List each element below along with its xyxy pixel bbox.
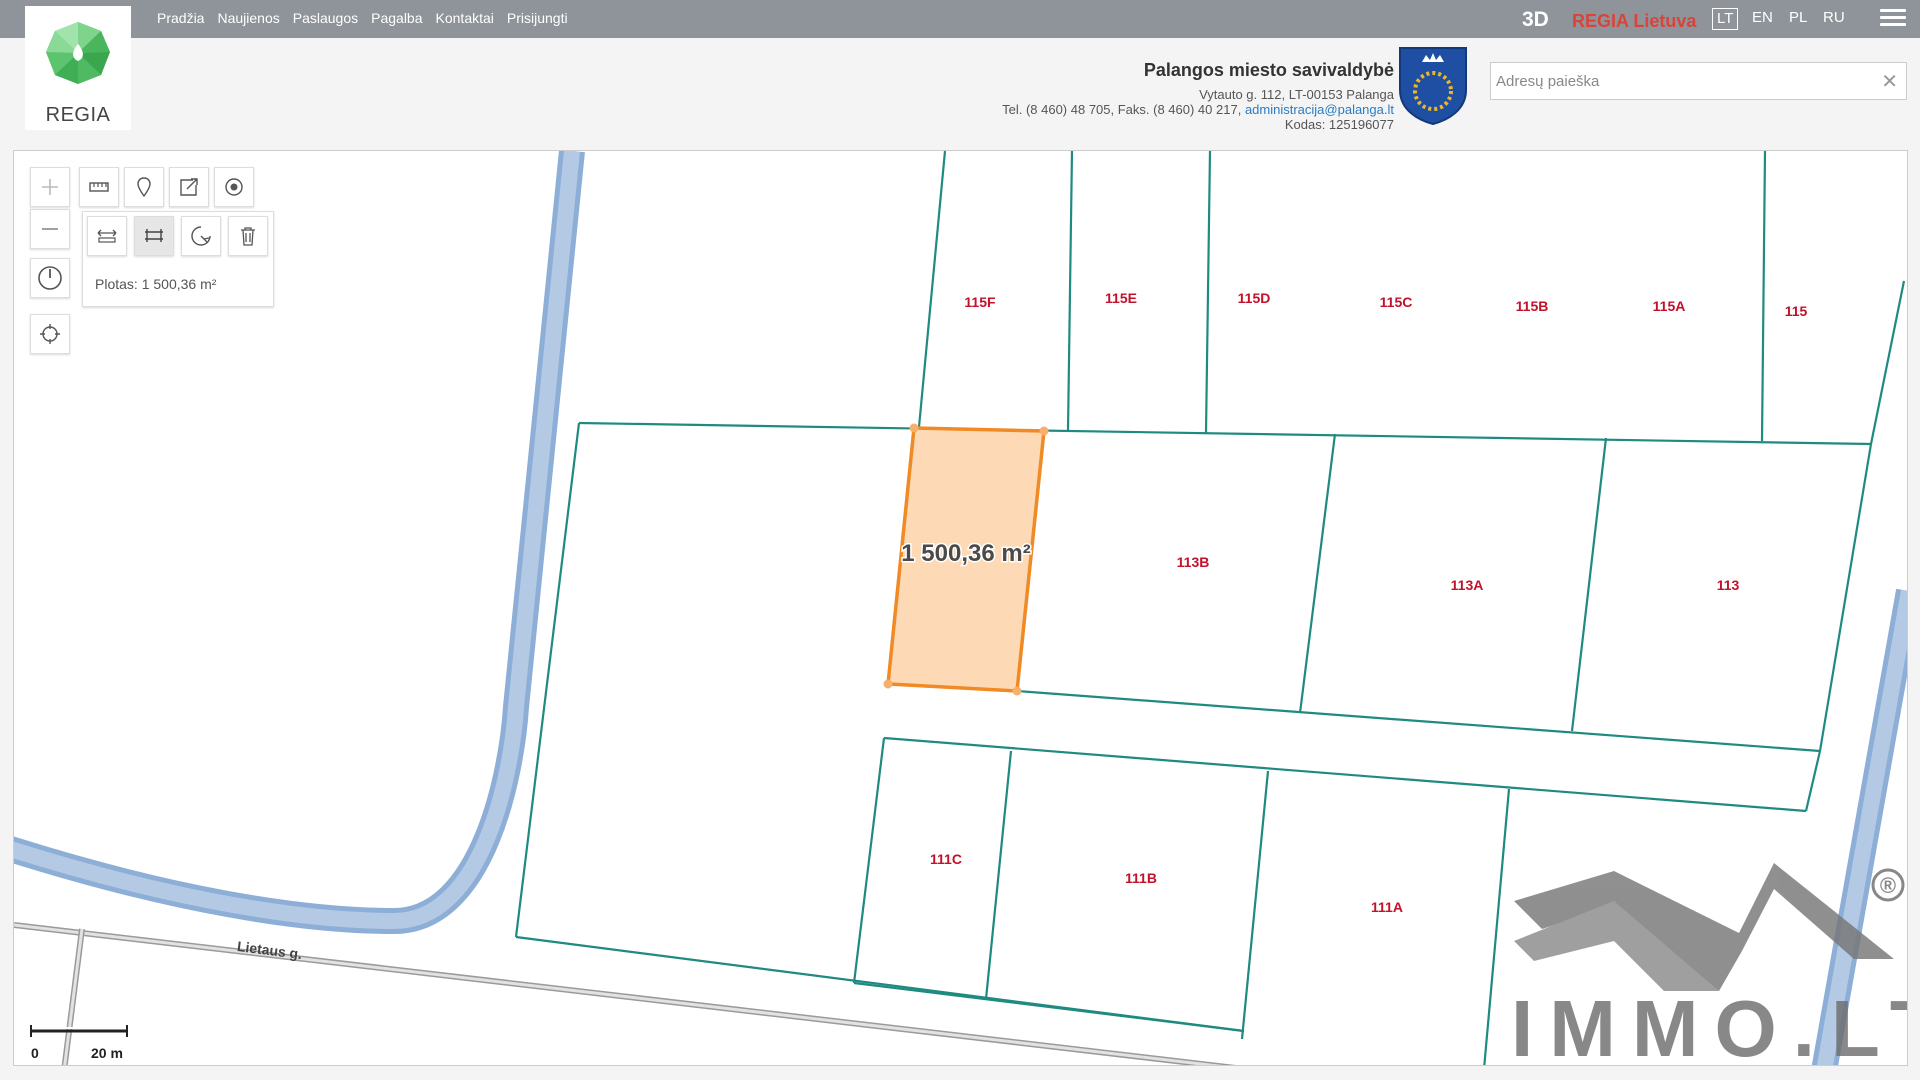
plot-label-115d: 115D [1238, 290, 1271, 306]
scale-bar [30, 1025, 128, 1037]
locate-me-button[interactable] [30, 314, 70, 354]
address-search-box: ✕ [1490, 62, 1907, 100]
plot-label-115e: 115E [1105, 290, 1137, 306]
nav-naujienos[interactable]: Naujienos [217, 10, 279, 26]
plot-label-113: 113 [1717, 577, 1740, 593]
lang-pl-button[interactable]: PL [1789, 8, 1807, 28]
ruler-tool-button[interactable] [79, 167, 119, 207]
zoom-out-button[interactable] [30, 209, 70, 249]
municipality-phone: Tel. (8 460) 48 705, Faks. (8 460) 40 21… [1002, 102, 1242, 117]
plot-label-115: 115 [1785, 303, 1808, 319]
plot-label-115f: 115F [964, 294, 996, 310]
radio-target-icon [225, 178, 243, 196]
palanga-coat-of-arms-icon [1399, 47, 1467, 126]
lang-lt-button[interactable]: LT [1712, 8, 1739, 30]
top-bar: Pradžia Naujienos Paslaugos Pagalba Kont… [0, 0, 1920, 38]
compass-icon [38, 266, 62, 290]
plot-label-113a: 113A [1451, 577, 1484, 593]
regia-lietuva-link[interactable]: REGIA Lietuva [1572, 11, 1696, 32]
street-label: Lietaus g. [236, 938, 303, 962]
municipality-email-link[interactable]: administracija@palanga.lt [1245, 102, 1394, 117]
measure-area-button[interactable] [134, 216, 174, 256]
share-icon [180, 178, 198, 196]
measure-area-icon [145, 229, 163, 242]
regia-logo-icon [46, 22, 110, 84]
map-pin-icon [137, 177, 151, 197]
plot-label-115b: 115B [1516, 298, 1549, 314]
logo-text: REGIA [45, 104, 111, 126]
cadastral-map[interactable]: 1 500,36 m² 115F 115E 115D 115C 115B 115… [13, 150, 1908, 1066]
selected-parcel[interactable]: 1 500,36 m² [883, 423, 1049, 696]
regia-logo[interactable]: REGIA [25, 6, 131, 130]
measure-panel: Plotas: 1 500,36 m² [82, 211, 274, 307]
measure-distance-button[interactable] [87, 216, 127, 256]
area-measurement-text: Plotas: 1 500,36 m² [95, 276, 217, 292]
plot-label-111c: 111C [930, 851, 962, 867]
plot-label-115a: 115A [1653, 298, 1686, 314]
3d-toggle-button[interactable]: 3D [1522, 8, 1549, 32]
hamburger-menu-icon[interactable] [1880, 9, 1906, 29]
zoom-in-button[interactable] [30, 167, 70, 207]
plus-icon [42, 179, 58, 195]
plot-label-115c: 115C [1380, 294, 1413, 310]
nav-kontaktai[interactable]: Kontaktai [436, 10, 494, 26]
clear-search-icon[interactable]: ✕ [1881, 69, 1898, 94]
measure-distance-icon [97, 229, 117, 243]
crosshair-icon [40, 324, 60, 344]
registered-mark: ® [1880, 873, 1896, 898]
measure-radius-button[interactable] [181, 216, 221, 256]
trash-icon [241, 227, 255, 246]
share-button[interactable] [169, 167, 209, 207]
nav-paslaugos[interactable]: Paslaugos [293, 10, 358, 26]
municipality-code: Kodas: 125196077 [1284, 117, 1394, 132]
minus-icon [42, 228, 58, 230]
lang-en-button[interactable]: EN [1752, 8, 1773, 28]
place-marker-button[interactable] [124, 167, 164, 207]
selected-area-label: 1 500,36 m² [901, 540, 1030, 567]
nav-prisijungti[interactable]: Prisijungti [507, 10, 568, 26]
plot-label-111b: 111B [1125, 870, 1157, 886]
reset-rotation-button[interactable] [30, 258, 70, 298]
plot-label-113b: 113B [1177, 554, 1210, 570]
watermark-text: IMMO.LT [1511, 984, 1908, 1066]
main-nav: Pradžia Naujienos Paslaugos Pagalba Kont… [157, 10, 568, 26]
lang-ru-button[interactable]: RU [1823, 8, 1845, 28]
layers-button[interactable] [214, 167, 254, 207]
address-search-input[interactable] [1491, 63, 1871, 99]
regia-map-app: Pradžia Naujienos Paslaugos Pagalba Kont… [0, 0, 1920, 1080]
nav-pagalba[interactable]: Pagalba [371, 10, 422, 26]
delete-measurement-button[interactable] [228, 216, 268, 256]
scale-end-label: 20 m [91, 1045, 123, 1061]
plot-label-111a: 111A [1371, 899, 1403, 915]
municipality-name: Palangos miesto savivaldybė [1143, 60, 1394, 80]
ruler-icon [89, 182, 109, 192]
nav-pradzia[interactable]: Pradžia [157, 10, 204, 26]
municipality-contacts: Tel. (8 460) 48 705, Faks. (8 460) 40 21… [1002, 102, 1394, 117]
radius-icon [191, 226, 211, 246]
map-canvas: 1 500,36 m² 115F 115E 115D 115C 115B 115… [14, 151, 1908, 1066]
plot-labels: 115F 115E 115D 115C 115B 115A 115 113B 1… [930, 290, 1807, 915]
scale-start-label: 0 [31, 1045, 39, 1061]
municipality-address: Vytauto g. 112, LT-00153 Palanga [1199, 87, 1394, 102]
